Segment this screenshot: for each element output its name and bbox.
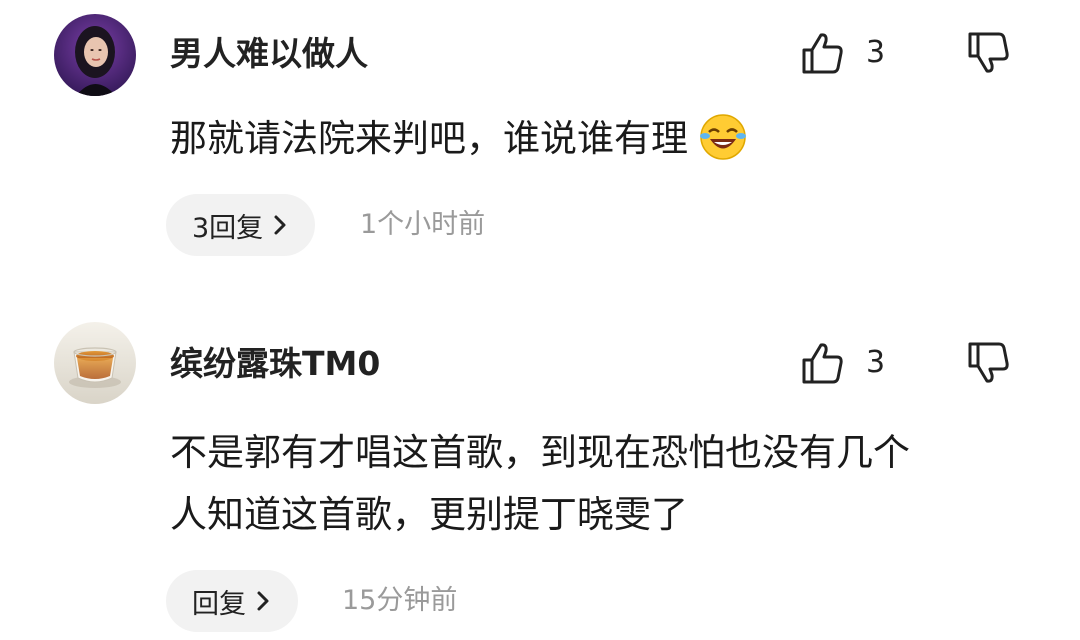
comment-text-body: 那就请法院来判吧，谁说谁有理 xyxy=(170,117,688,160)
comment-text-line: 不是郭有才唱这首歌，到现在恐怕也没有几个 xyxy=(170,431,910,474)
dislike-button[interactable] xyxy=(966,31,1012,75)
reply-button[interactable]: 3回复 xyxy=(166,194,316,256)
laughing-crying-emoji-icon xyxy=(698,112,748,162)
reply-label: 3回复 xyxy=(192,212,264,244)
thumbs-down-icon xyxy=(968,342,1009,383)
avatar[interactable] xyxy=(54,14,136,96)
timestamp: 15分钟前 xyxy=(342,585,458,616)
reply-button[interactable]: 回复 xyxy=(166,570,298,632)
timestamp: 1个小时前 xyxy=(360,209,486,240)
comment-text: 不是郭有才唱这首歌，到现在恐怕也没有几个 人知道这首歌，更别提丁晓雯了 xyxy=(170,422,1050,546)
like-count: 3 xyxy=(866,345,886,380)
reply-label: 回复 xyxy=(192,588,246,620)
like-count: 3 xyxy=(866,35,886,70)
dislike-button[interactable] xyxy=(966,341,1012,385)
thumbs-down-icon xyxy=(968,32,1009,73)
avatar-woman-portrait-icon xyxy=(54,14,136,96)
comment-text-line: 人知道这首歌，更别提丁晓雯了 xyxy=(170,493,688,536)
like-button[interactable]: 3 xyxy=(800,31,885,75)
avatar[interactable] xyxy=(54,322,136,404)
username[interactable]: 缤纷露珠TM0 xyxy=(170,344,380,384)
thumbs-up-icon xyxy=(800,341,846,385)
chevron-right-icon xyxy=(257,591,269,611)
avatar-tea-cup-icon xyxy=(54,322,136,404)
like-button[interactable]: 3 xyxy=(800,341,885,385)
thumbs-up-icon xyxy=(800,31,846,75)
chevron-right-icon xyxy=(274,215,286,235)
username[interactable]: 男人难以做人 xyxy=(170,34,368,74)
comment-text: 那就请法院来判吧，谁说谁有理 xyxy=(170,111,1050,167)
